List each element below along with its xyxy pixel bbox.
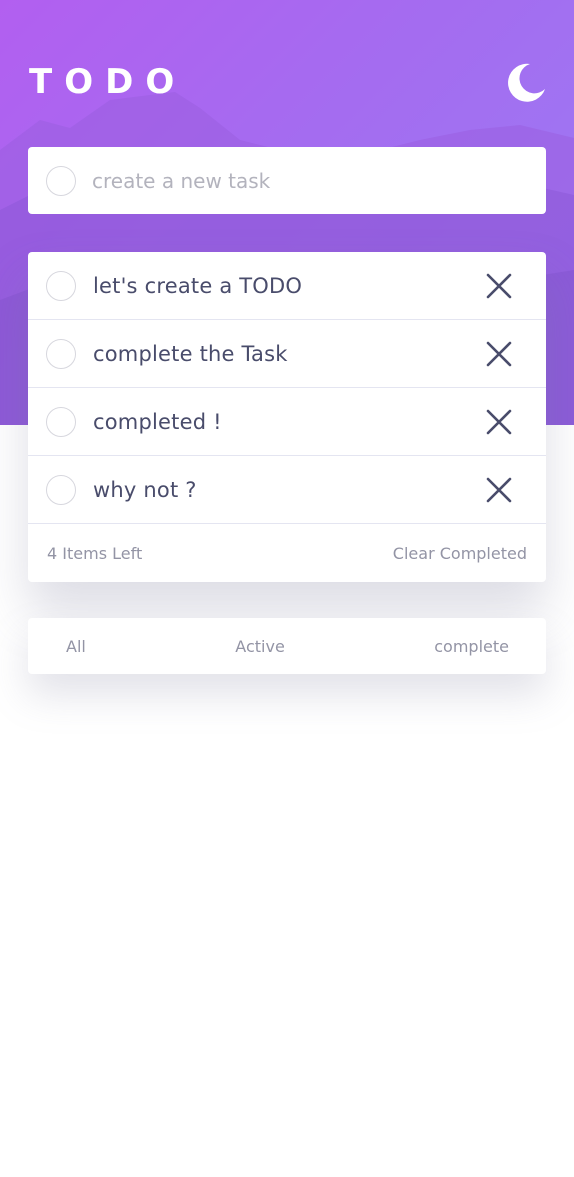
close-icon	[486, 409, 512, 434]
task-check-circle[interactable]	[46, 338, 76, 369]
task-list-footer: 4 Items Left Clear Completed	[28, 524, 546, 582]
delete-task-button[interactable]	[485, 408, 513, 436]
filter-complete-button[interactable]: complete	[434, 637, 509, 656]
task-text: complete the Task	[93, 341, 288, 366]
delete-task-button[interactable]	[485, 476, 513, 504]
task-check-circle[interactable]	[46, 270, 76, 301]
delete-task-button[interactable]	[485, 340, 513, 368]
task-check-circle[interactable]	[46, 406, 76, 437]
todo-app: TODO let's create a TODO complete the Ta…	[0, 0, 574, 1177]
task-check-circle[interactable]	[46, 474, 76, 505]
filter-active-button[interactable]: Active	[235, 637, 285, 656]
task-text: completed !	[93, 409, 222, 434]
clear-completed-button[interactable]: Clear Completed	[393, 544, 527, 563]
close-icon	[486, 341, 512, 366]
theme-toggle-button[interactable]	[506, 62, 546, 102]
list-item: let's create a TODO	[28, 252, 546, 320]
app-title: TODO	[29, 62, 187, 102]
delete-task-button[interactable]	[485, 272, 513, 300]
task-text: let's create a TODO	[93, 273, 303, 298]
task-list: let's create a TODO complete the Task co…	[28, 252, 546, 582]
list-item: complete the Task	[28, 320, 546, 388]
new-task-input[interactable]	[92, 168, 512, 193]
close-icon	[486, 477, 512, 502]
filter-all-button[interactable]: All	[66, 637, 86, 656]
filter-bar: All Active complete	[28, 618, 546, 674]
items-left-count: 4 Items Left	[47, 543, 143, 563]
new-task-bar	[28, 147, 546, 214]
list-item: why not ?	[28, 456, 546, 524]
task-text: why not ?	[93, 477, 197, 502]
new-task-check-circle[interactable]	[46, 165, 76, 196]
moon-icon	[508, 63, 545, 102]
close-icon	[486, 273, 512, 298]
list-item: completed !	[28, 388, 546, 456]
